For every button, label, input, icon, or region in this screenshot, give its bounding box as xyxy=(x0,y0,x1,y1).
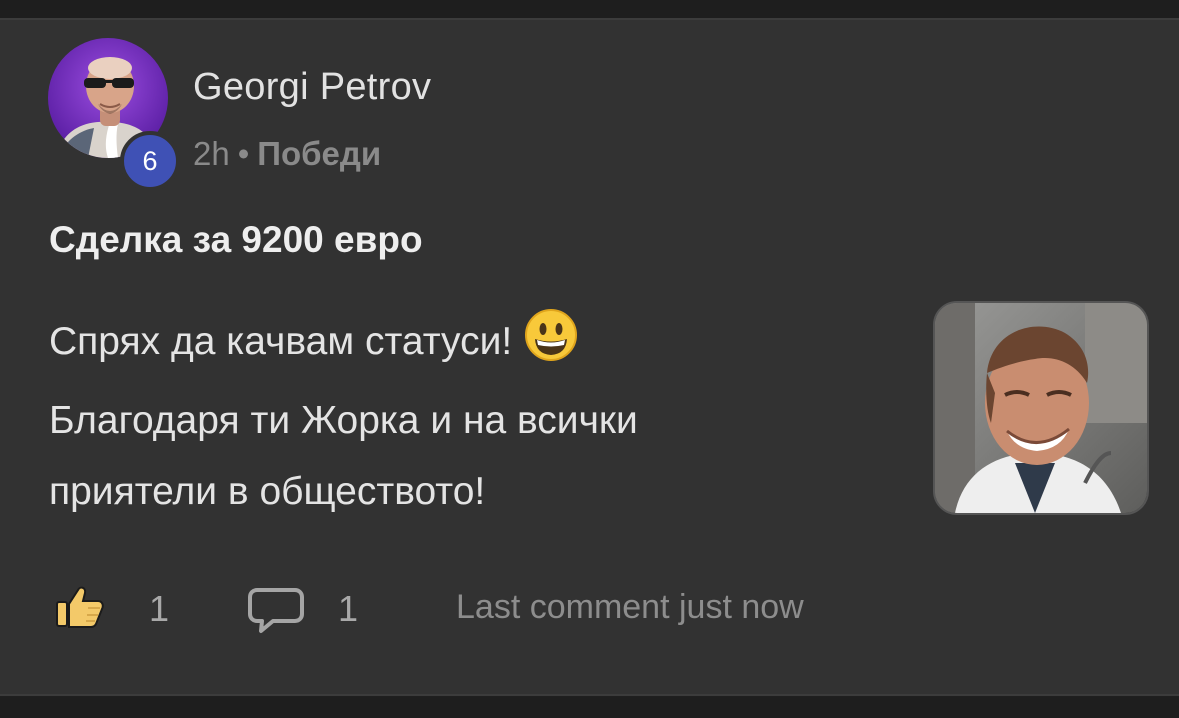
post-body-line3: приятели в обществото! xyxy=(49,470,486,513)
post-image-thumbnail[interactable] xyxy=(933,301,1149,515)
last-comment-text[interactable]: Last comment just now xyxy=(456,588,804,627)
comment-count: 1 xyxy=(338,588,359,629)
post-title[interactable]: Сделка за 9200 евро xyxy=(49,219,423,261)
post-body-line1: Спрях да качвам статуси! xyxy=(49,320,513,363)
post-category[interactable]: Победи xyxy=(257,135,381,172)
top-frame xyxy=(0,0,1179,18)
bottom-frame xyxy=(0,697,1179,718)
level-badge: 6 xyxy=(120,131,180,191)
post-actions-bar: 1 1 Last comment just now xyxy=(0,580,1179,633)
post-body-line: Спрях да качвам статуси! xyxy=(49,306,909,385)
grinning-face-emoji-icon xyxy=(524,308,578,385)
meta-separator: • xyxy=(237,135,250,172)
post-meta: 2h • Победи xyxy=(193,135,381,173)
thumbs-up-icon[interactable] xyxy=(54,584,106,635)
comment-icon[interactable] xyxy=(247,586,305,639)
like-count: 1 xyxy=(149,588,170,629)
post-body-line2: Благодаря ти Жорка и на всички xyxy=(49,399,638,442)
post-time: 2h xyxy=(193,135,230,172)
post-body[interactable]: Спрях да качвам статуси! Благодаря ти Жо… xyxy=(49,306,909,527)
author-name[interactable]: Georgi Petrov xyxy=(193,66,431,109)
author-avatar-group[interactable]: 6 xyxy=(48,38,180,191)
